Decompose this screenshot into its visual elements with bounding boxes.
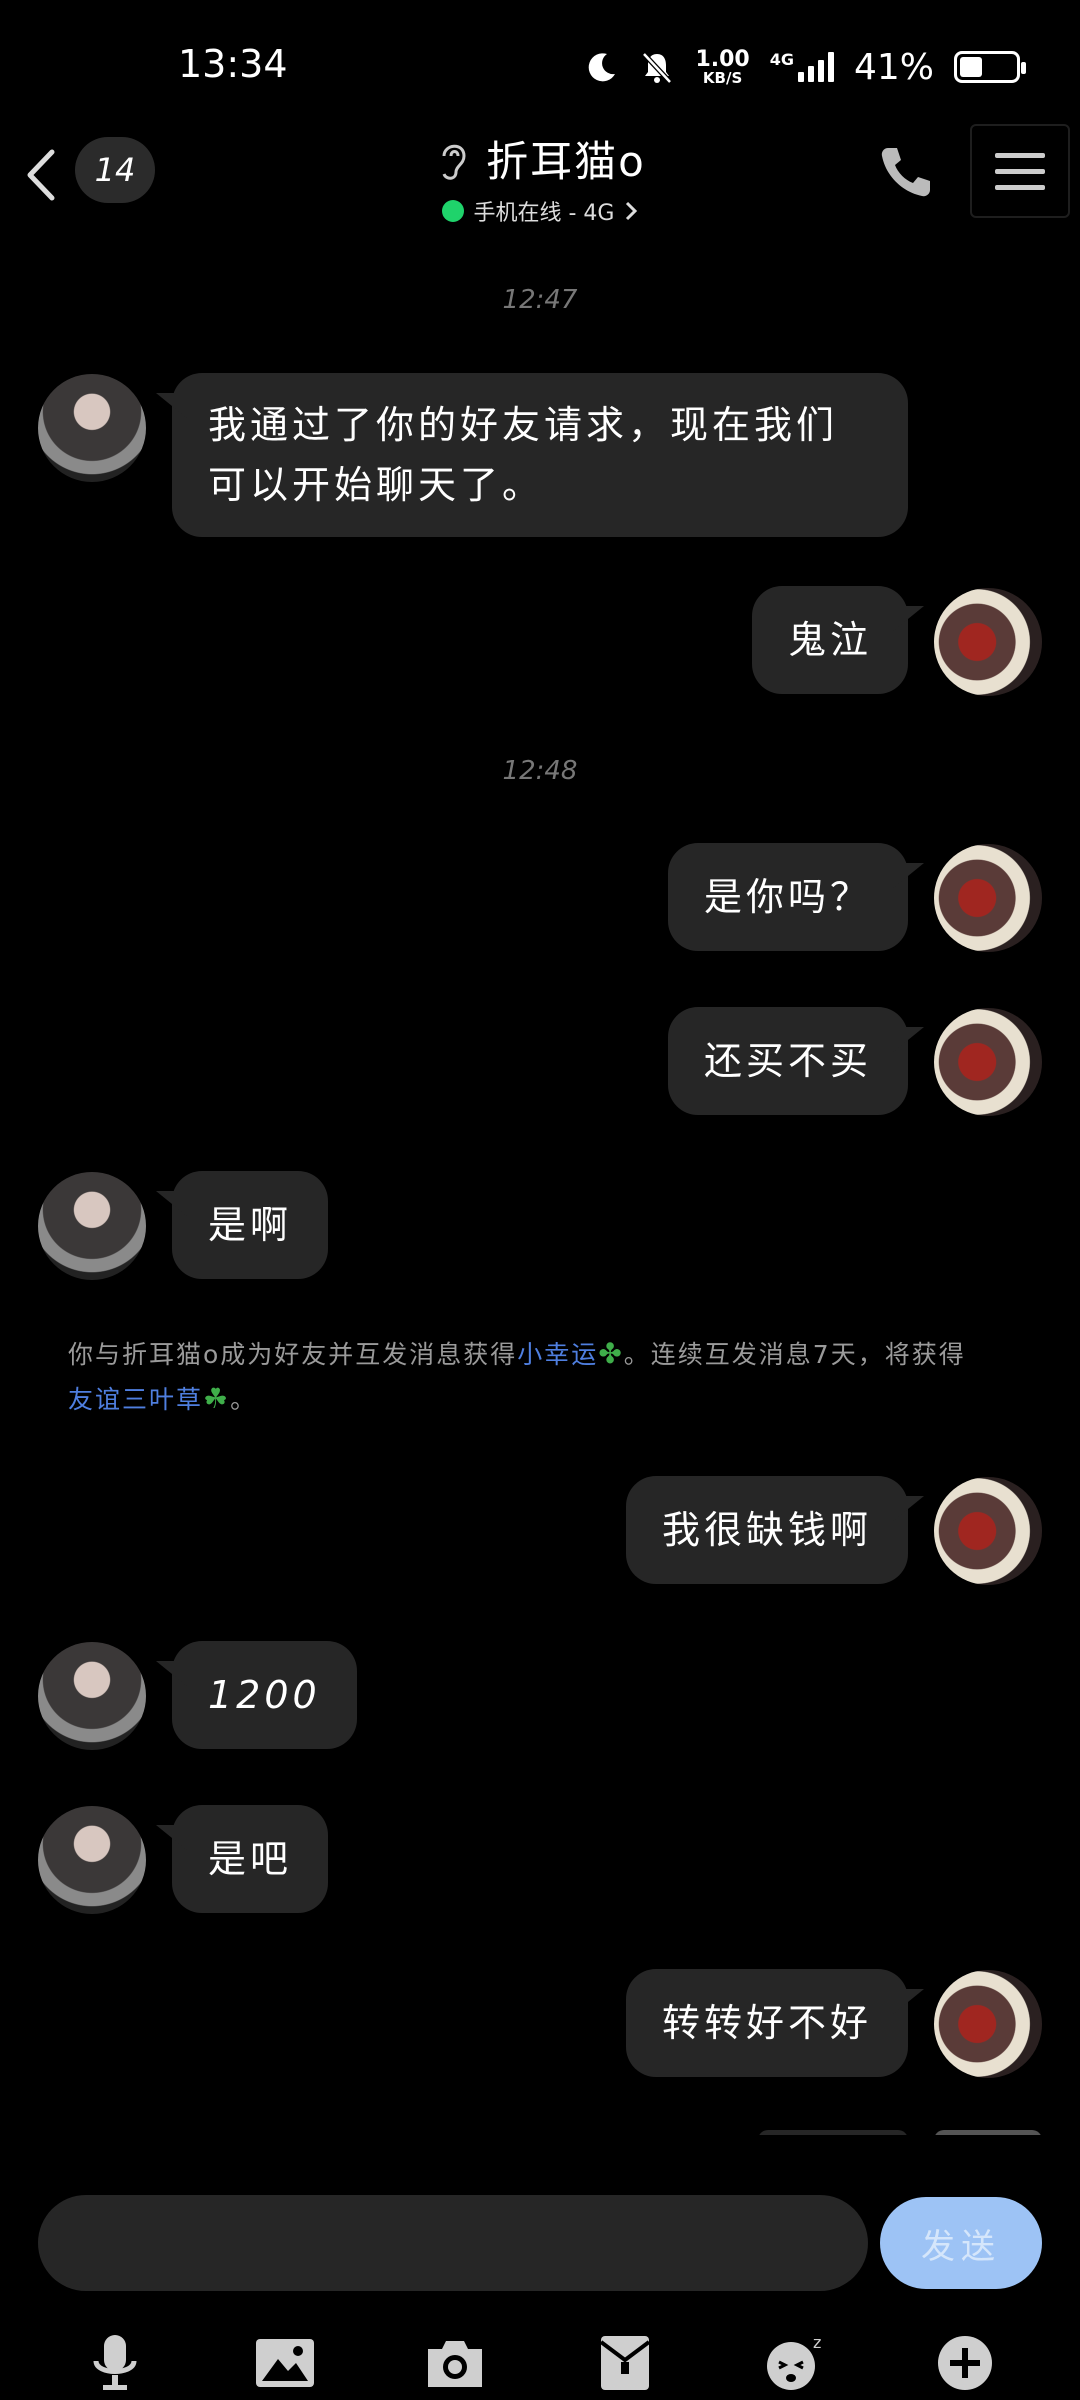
chat-screen: 13:34 1.00 KB/S 4G 41% 14 折耳猫o 手机在线 - 4G…	[0, 0, 1080, 2400]
cellular-signal: 4G	[770, 52, 834, 82]
sprout-icon: ✤	[598, 1337, 624, 1370]
red-packet-icon[interactable]	[591, 2329, 659, 2397]
signal-bars-icon	[797, 52, 834, 82]
my-avatar[interactable]	[934, 844, 1042, 952]
ear-icon	[442, 144, 466, 180]
friendship-clover-link[interactable]: 友谊三叶草	[68, 1385, 203, 1414]
message-bubble-sent[interactable]: 我很缺钱啊	[625, 1476, 908, 1584]
message-bubble-sent[interactable]: 是你吗？	[667, 843, 908, 951]
message-input[interactable]	[38, 2195, 868, 2291]
plus-icon[interactable]	[931, 2329, 999, 2397]
status-time: 13:34	[178, 42, 288, 86]
phone-icon[interactable]	[870, 138, 940, 208]
battery-percent: 41%	[853, 46, 934, 88]
status-bar: 13:34 1.00 KB/S 4G 41%	[0, 0, 1080, 130]
message-bubble-sent[interactable]: 鬼泣	[751, 586, 908, 694]
contact-name: 折耳猫o	[486, 137, 646, 186]
image-icon[interactable]	[251, 2329, 319, 2397]
message-bubble-sent[interactable]: 转转好不好	[625, 1969, 908, 2077]
message-bubble-received[interactable]: 是啊	[172, 1171, 329, 1279]
chevron-right-icon	[626, 201, 638, 221]
message-bubble-sent[interactable]: 还买不买	[667, 1007, 908, 1115]
mute-bell-icon	[642, 52, 673, 84]
send-button[interactable]: 发送	[880, 2197, 1042, 2289]
my-avatar[interactable]	[934, 588, 1042, 696]
lucky-link[interactable]: 小幸运	[517, 1340, 598, 1369]
message-bubble-received[interactable]: 1200	[172, 1641, 357, 1749]
message-bubble-received[interactable]: 我通过了你的好友请求，现在我们可以开始聊天了。	[172, 373, 908, 537]
contact-avatar[interactable]	[38, 374, 146, 482]
system-notice: 你与折耳猫o成为好友并互发消息获得小幸运✤。连续互发消息7天，将获得友谊三叶草☘…	[68, 1337, 966, 1415]
online-status-dot	[441, 200, 464, 222]
online-status-text: 手机在线 - 4G	[473, 201, 615, 226]
microphone-icon[interactable]	[81, 2329, 149, 2397]
clover-icon: ☘	[203, 1382, 231, 1415]
moon-icon	[589, 53, 616, 82]
my-avatar[interactable]	[934, 1008, 1042, 1116]
input-toolbar: z	[0, 2325, 1080, 2400]
contact-avatar[interactable]	[38, 1172, 146, 1280]
timestamp: 12:47	[502, 285, 578, 315]
status-icons: 1.00 KB/S 4G 41%	[585, 44, 1026, 90]
chat-header: 14 折耳猫o 手机在线 - 4G	[0, 120, 1080, 250]
input-area: 发送 z	[0, 2135, 1080, 2400]
battery-icon	[954, 51, 1026, 83]
my-avatar[interactable]	[934, 1970, 1042, 2078]
menu-icon[interactable]	[970, 124, 1070, 218]
net-speed: 1.00 KB/S	[695, 46, 750, 87]
contact-avatar[interactable]	[38, 1806, 146, 1914]
message-bubble-received[interactable]: 是吧	[172, 1805, 329, 1913]
svg-text:z: z	[813, 2333, 821, 2352]
timestamp: 12:48	[502, 756, 578, 786]
camera-icon[interactable]	[421, 2329, 489, 2397]
contact-avatar[interactable]	[38, 1642, 146, 1750]
my-avatar[interactable]	[934, 1477, 1042, 1585]
emoji-icon[interactable]: z	[761, 2329, 829, 2397]
